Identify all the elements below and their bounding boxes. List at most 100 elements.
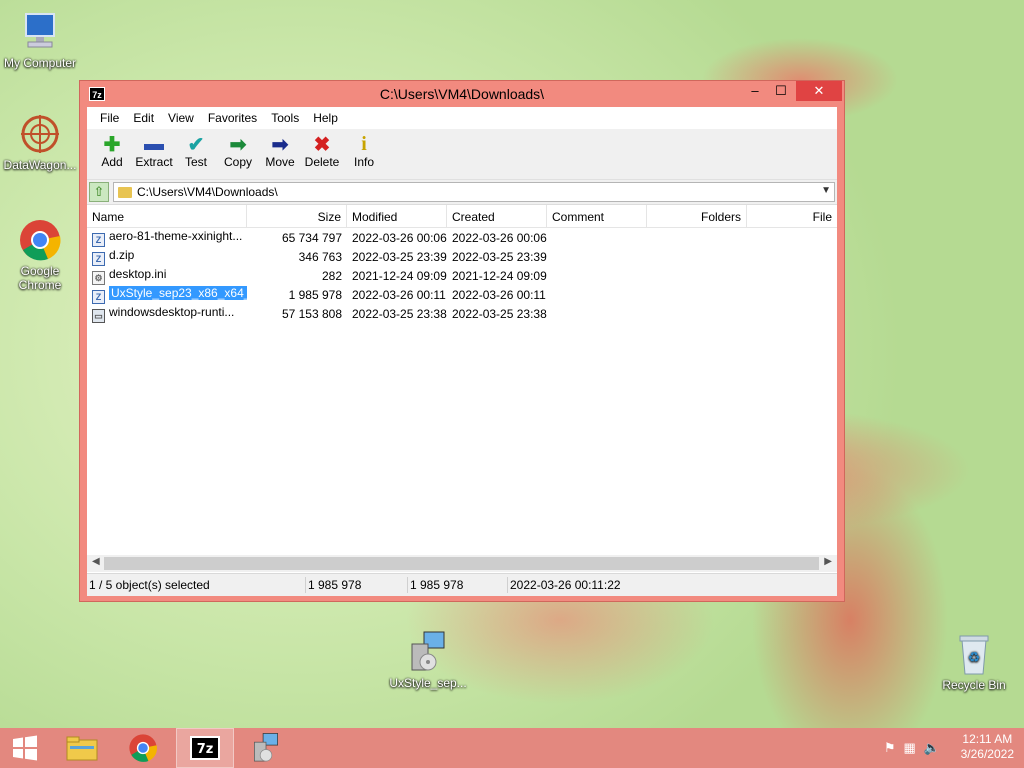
chrome-icon [129,734,157,762]
chevron-down-icon[interactable]: ▼ [821,185,831,196]
scrollbar-thumb[interactable] [104,557,819,570]
move-button[interactable]: ➡ Move [259,129,301,179]
copy-button[interactable]: ➡ Copy [217,129,259,179]
7zip-icon: 7z [190,736,220,760]
window-client: File Edit View Favorites Tools Help ✚ Ad… [87,107,837,596]
file-size: 346 763 [298,249,342,264]
file-name: desktop.ini [109,266,167,281]
table-row[interactable]: ▭ windowsdesktop-runti... 57 153 808 2022… [87,304,837,323]
menu-view[interactable]: View [161,111,201,125]
clock-time: 12:11 AM [962,732,1013,746]
minimize-button[interactable]: – [742,81,768,101]
exe-file-icon: ▭ [92,308,105,323]
file-created: 2022-03-26 00:06 [452,230,547,245]
taskbar-file-explorer[interactable] [54,728,110,768]
zip-file-icon: Z [92,251,105,266]
desktop-icon-label: UxStyle_sep... [389,676,467,690]
close-button[interactable]: ✕ [796,81,842,101]
file-size: 282 [321,268,342,283]
up-arrow-icon: ⇧ [93,184,105,199]
column-name[interactable]: Name [87,205,247,227]
file-created: 2022-03-26 00:11 [452,287,546,302]
folder-icon [118,186,132,198]
folder-icon [66,736,98,761]
taskbar-installer[interactable] [238,728,294,768]
menu-help[interactable]: Help [306,111,345,125]
system-tray: ⚑ ▦ 🔈 [884,740,940,756]
zip-file-icon: Z [92,289,105,304]
window-title: C:\Users\VM4\Downloads\ [379,86,545,102]
desktop-icon-label: DataWagon... [3,158,77,172]
status-bar: 1 / 5 object(s) selected 1 985 978 1 985… [87,573,837,596]
delete-x-icon: ✖ [313,133,331,156]
column-folders[interactable]: Folders [647,205,747,227]
status-size: 1 985 978 [306,577,408,593]
column-modified[interactable]: Modified [347,205,447,227]
column-comment[interactable]: Comment [547,205,647,227]
add-label: Add [101,155,123,169]
7zip-window: 7z C:\Users\VM4\Downloads\ – ☐ ✕ File Ed… [79,80,845,602]
test-button[interactable]: ✔ Test [175,129,217,179]
file-modified: 2021-12-24 09:09 [352,268,447,283]
menu-bar: File Edit View Favorites Tools Help [87,107,837,129]
svg-text:♻: ♻ [968,649,981,665]
delete-button[interactable]: ✖ Delete [301,129,343,179]
desktop-icon-label: My Computer [3,56,77,70]
table-row[interactable]: Zd.zip 346 763 2022-03-25 23:39 2022-03-… [87,247,837,266]
desktop-icon-label: Google Chrome [18,264,62,292]
file-size: 65 734 797 [281,230,342,245]
file-name: windowsdesktop-runti... [109,304,235,319]
scroll-right-icon[interactable]: ▶ [824,556,832,567]
extract-button[interactable]: ▬ Extract [133,129,175,179]
plus-icon: ✚ [103,133,121,156]
installer-icon [254,733,278,762]
check-icon: ✔ [187,133,205,156]
desktop-icon-datawagon[interactable]: DataWagon... [0,112,80,172]
delete-label: Delete [304,155,340,169]
maximize-button[interactable]: ☐ [768,81,794,101]
menu-tools[interactable]: Tools [264,111,306,125]
file-modified: 2022-03-25 23:39 [352,249,447,264]
taskbar-chrome[interactable] [115,728,171,768]
desktop-icon-uxstyle[interactable]: UxStyle_sep... [388,630,468,690]
taskbar-7zip[interactable]: 7z [176,728,234,768]
ini-file-icon: ⚙ [92,270,105,285]
column-created[interactable]: Created [447,205,547,227]
table-row[interactable]: Zaero-81-theme-xxinight... 65 734 797 20… [87,228,837,247]
installer-icon [406,630,450,674]
start-button[interactable] [0,728,50,768]
toolbar: ✚ Add ▬ Extract ✔ Test ➡ Copy ➡ Move ✖ D… [87,129,837,180]
file-size: 1 985 978 [288,287,342,302]
title-bar[interactable]: 7z C:\Users\VM4\Downloads\ – ☐ ✕ [80,81,844,107]
column-size[interactable]: Size [247,205,347,227]
add-button[interactable]: ✚ Add [91,129,133,179]
info-button[interactable]: i Info [343,129,385,179]
network-icon[interactable]: ▦ [904,740,916,756]
address-bar: ⇧ C:\Users\VM4\Downloads\ ▼ [87,180,837,205]
file-size: 57 153 808 [281,306,342,321]
menu-file[interactable]: File [93,111,126,125]
info-icon: i [361,132,367,155]
desktop-icon-google-chrome[interactable]: Google Chrome [0,218,80,292]
clock[interactable]: 12:11 AM 3/26/2022 [961,732,1014,762]
desktop-icon-my-computer[interactable]: My Computer [0,10,80,70]
column-file[interactable]: File [747,205,837,227]
scroll-left-icon[interactable]: ◀ [92,556,100,567]
menu-edit[interactable]: Edit [126,111,161,125]
menu-favorites[interactable]: Favorites [201,111,264,125]
status-datetime: 2022-03-26 00:11:22 [510,578,621,592]
volume-muted-icon[interactable]: 🔈 [924,740,940,756]
file-modified: 2022-03-26 00:06 [352,230,447,245]
table-row-selected[interactable]: Z UxStyle_sep23_x86_x64_... 1 985 978 202… [87,285,837,304]
action-center-flag-icon[interactable]: ⚑ [884,740,896,756]
table-row[interactable]: ⚙ desktop.ini 282 2021-12-24 09:09 2021-1… [87,266,837,285]
computer-icon [18,10,62,54]
address-input[interactable]: C:\Users\VM4\Downloads\ ▼ [113,182,835,202]
up-folder-button[interactable]: ⇧ [89,182,109,202]
horizontal-scrollbar[interactable]: ◀ ▶ [87,555,837,572]
desktop-icon-recycle-bin[interactable]: ♻ Recycle Bin [934,632,1014,692]
desktop-icon-label: Recycle Bin [942,678,1006,692]
copy-arrow-icon: ➡ [229,133,247,156]
test-label: Test [184,155,207,169]
zip-file-icon: Z [92,232,105,247]
